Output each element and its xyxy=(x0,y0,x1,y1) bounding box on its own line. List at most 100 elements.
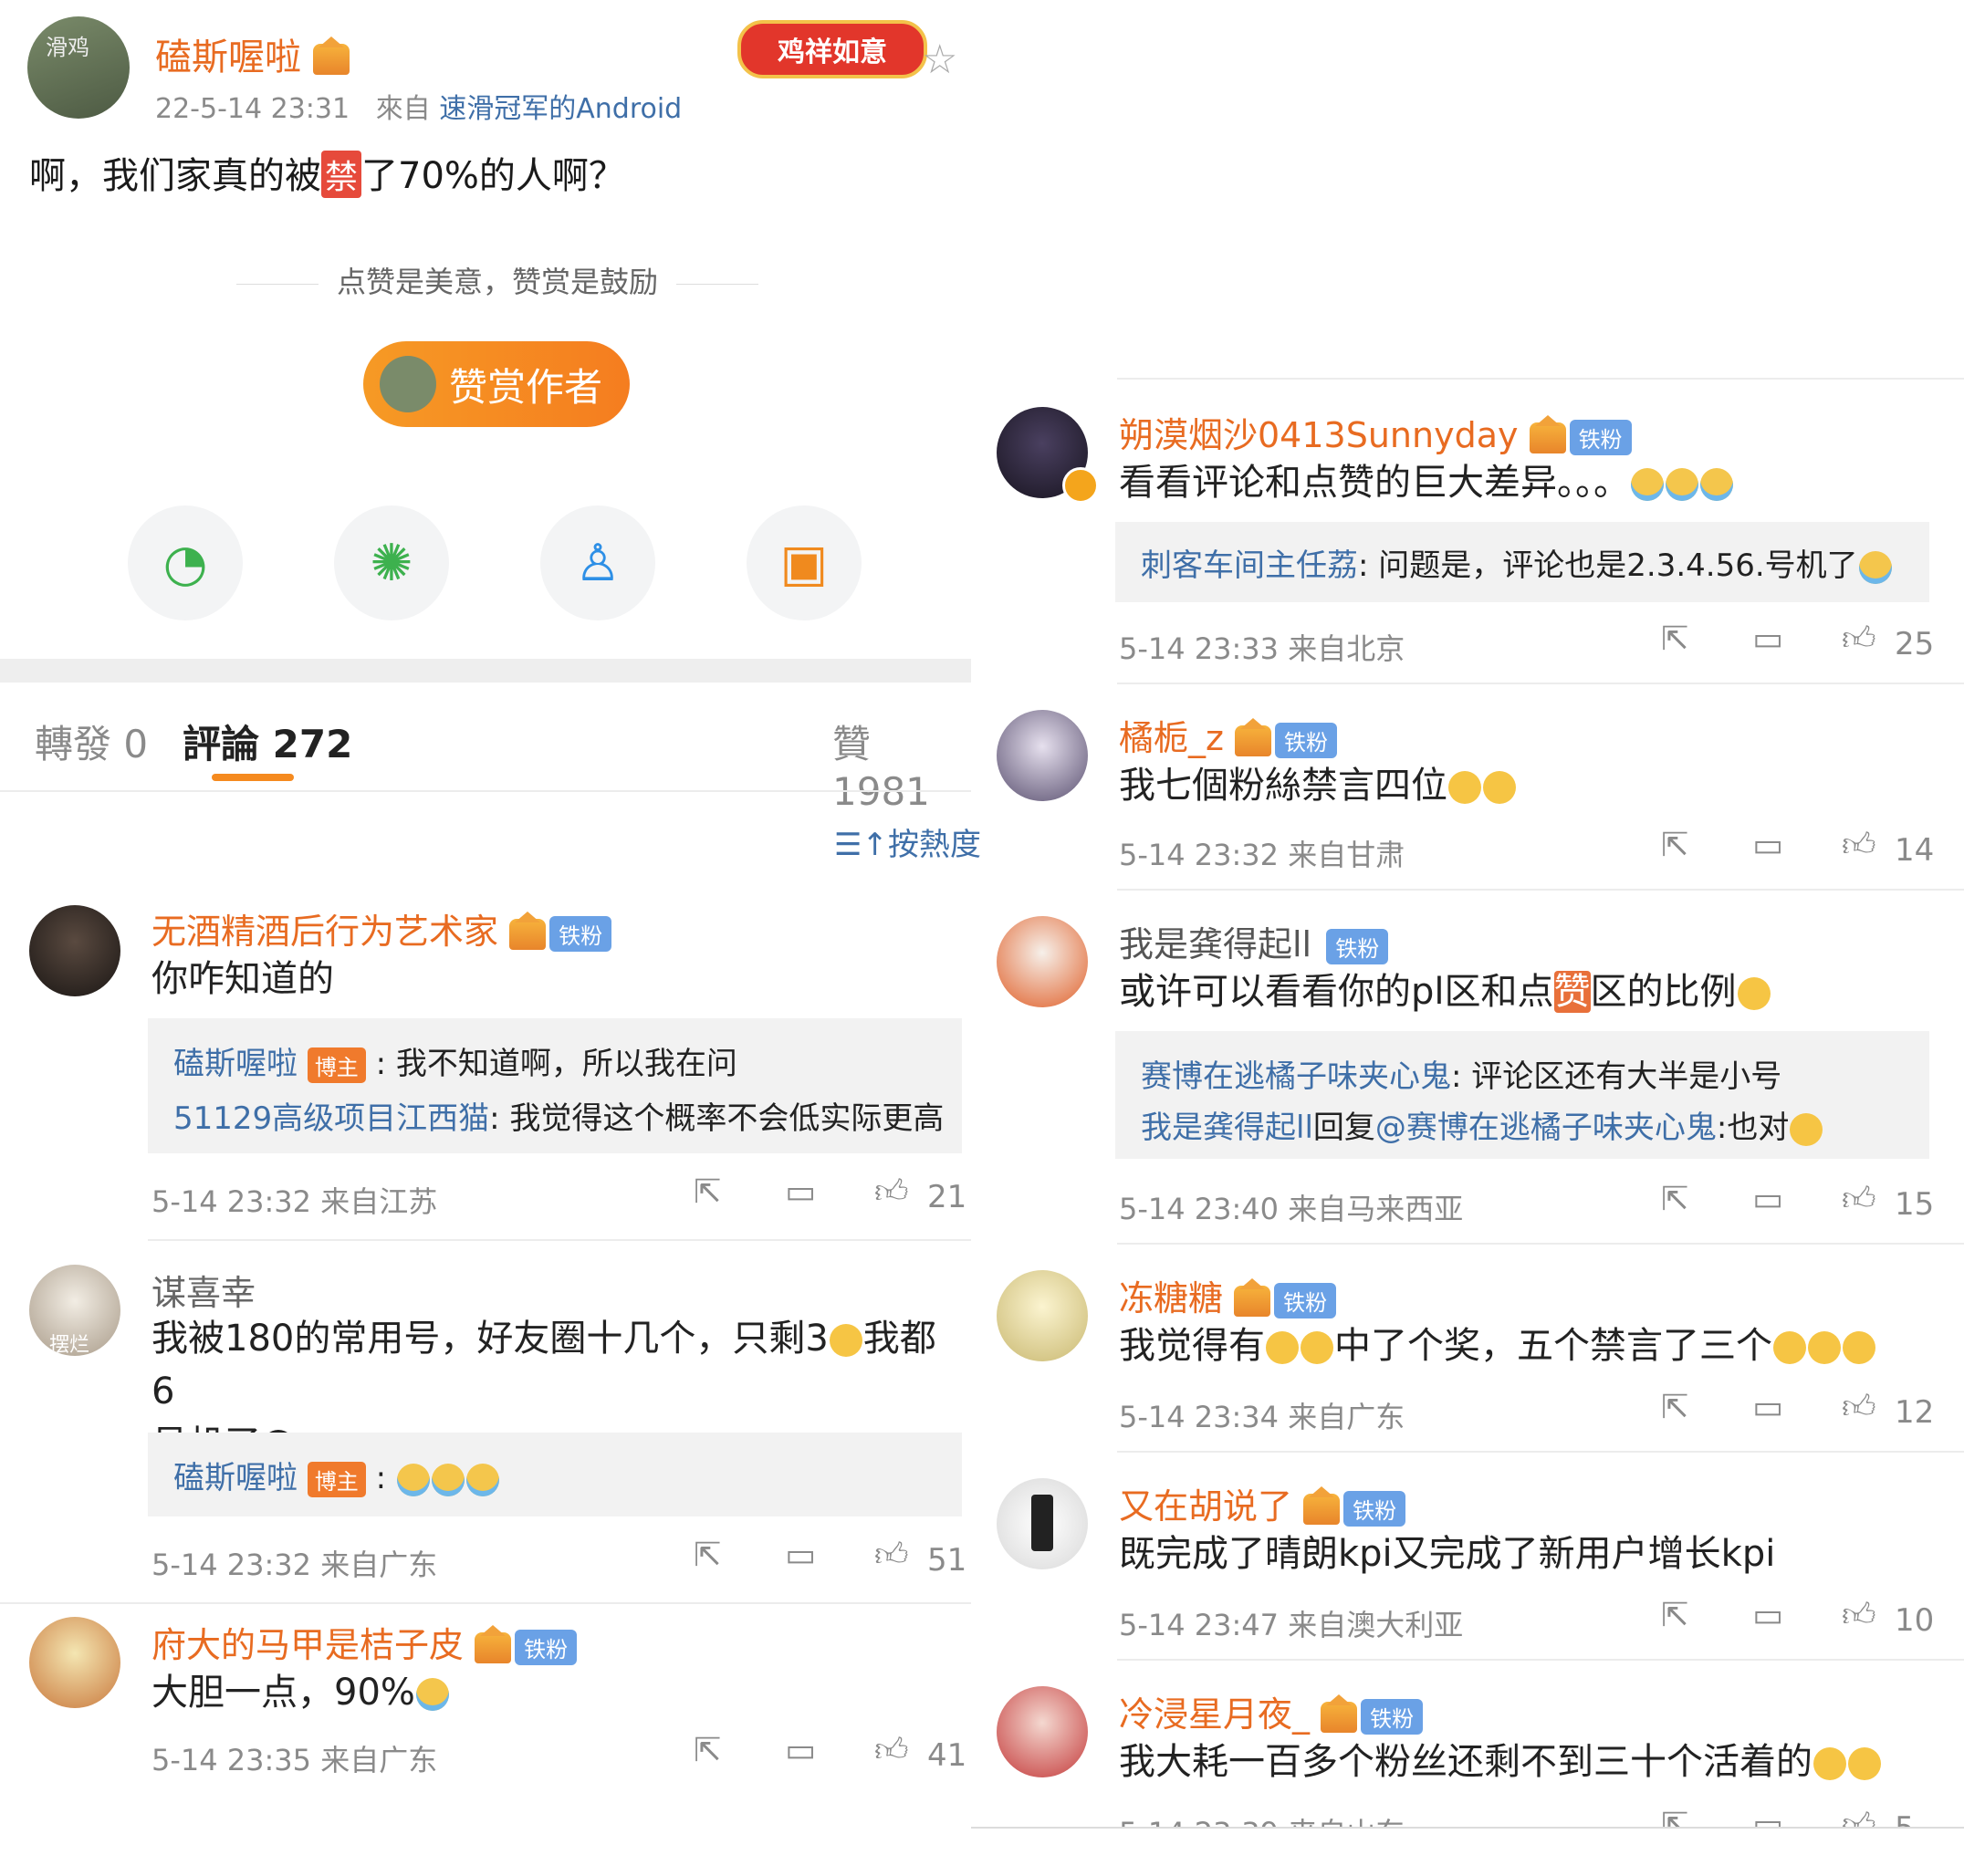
comment-icon[interactable]: ▭ xyxy=(785,1537,816,1574)
commenter-name[interactable]: 我是龚得起ll 铁粉 xyxy=(1119,916,1389,966)
tiefen-badge: 铁粉 xyxy=(1275,723,1338,758)
active-tab-indicator xyxy=(212,774,294,781)
commenter-avatar[interactable] xyxy=(29,905,120,996)
laugh-emoji xyxy=(1483,771,1516,804)
like-icon[interactable]: 👍︎ xyxy=(874,1172,909,1212)
comment-icon[interactable]: ▭ xyxy=(785,1732,816,1769)
tab-repost[interactable]: 轉發 0 xyxy=(35,714,148,769)
commenter-name[interactable]: 冷浸星月夜_ 铁粉 xyxy=(1119,1686,1424,1736)
laugh-emoji xyxy=(829,1324,862,1357)
crown-icon xyxy=(1234,1277,1271,1317)
share-moments-button[interactable]: ✺ xyxy=(334,505,449,620)
share-icon[interactable]: ⇱ xyxy=(1661,1389,1688,1426)
sort-button[interactable]: ☰↑按熱度 xyxy=(834,819,981,864)
like-count: 5 xyxy=(1895,1810,1915,1827)
sweat-emoji xyxy=(1737,977,1771,1010)
comment-meta: 5-14 23:32 来自江苏 xyxy=(151,1184,438,1219)
commenter-avatar[interactable] xyxy=(997,1478,1088,1569)
device-link[interactable]: 速滑冠军的Android xyxy=(439,93,682,125)
like-icon[interactable]: 👍︎ xyxy=(1842,1595,1876,1635)
comment-meta: 5-14 23:40 来自马来西亚 xyxy=(1119,1192,1464,1226)
censored-mark: 禁 xyxy=(321,151,362,198)
like-icon[interactable]: 👍︎ xyxy=(874,1730,909,1770)
commenter-avatar[interactable] xyxy=(997,1270,1088,1361)
like-count: 25 xyxy=(1895,626,1935,662)
reply-line: 磕斯喔啦 博主 : xyxy=(173,1453,500,1497)
doge-emoji xyxy=(396,1463,430,1496)
share-icon[interactable]: ⇱ xyxy=(1661,1181,1688,1218)
crown-icon xyxy=(1235,717,1272,756)
reply-line: 我是龚得起ll回复@赛博在逃橘子味夹心鬼:也对 xyxy=(1141,1102,1823,1147)
share-icon[interactable]: ⇱ xyxy=(694,1173,721,1211)
commenter-name[interactable]: 又在胡说了 铁粉 xyxy=(1119,1478,1406,1528)
laugh-emoji xyxy=(1448,771,1481,804)
post-text: 啊，我们家真的被禁了70%的人啊？ xyxy=(29,146,625,199)
qq-icon: ♙ xyxy=(574,533,622,593)
star-icon[interactable]: ☆ xyxy=(922,36,957,83)
commenter-name[interactable]: 府大的马甲是桔子皮 铁粉 xyxy=(151,1617,578,1667)
comment-divider xyxy=(0,1602,971,1604)
share-icon[interactable]: ⇱ xyxy=(1661,1807,1688,1827)
decoration-banner: 鸡祥如意 xyxy=(737,20,927,78)
comment-icon[interactable]: ▭ xyxy=(1752,1181,1783,1218)
comment-icon[interactable]: ▭ xyxy=(1752,827,1783,864)
like-icon[interactable]: 👍︎ xyxy=(874,1535,909,1575)
comment-icon[interactable]: ▭ xyxy=(1752,1807,1783,1827)
comment-icon[interactable]: ▭ xyxy=(1752,1389,1783,1426)
verified-badge xyxy=(1062,467,1099,504)
reply-line: 51129高级项目江西猫: 我觉得这个概率不会低实际更高 xyxy=(173,1100,945,1137)
commenter-name[interactable]: 朔漠烟沙0413Sunnyday 铁粉 xyxy=(1119,407,1632,457)
commenter-name[interactable]: 冻糖糖 铁粉 xyxy=(1119,1270,1337,1320)
commenter-name[interactable]: 谋喜幸 xyxy=(151,1265,256,1315)
tiefen-badge: 铁粉 xyxy=(1274,1283,1337,1318)
like-count: 21 xyxy=(927,1179,967,1215)
commenter-name[interactable]: 橘栀_z 铁粉 xyxy=(1119,710,1338,760)
reply-line: 磕斯喔啦 博主 : 我不知道啊，所以我在问 xyxy=(173,1046,737,1083)
tab-comments[interactable]: 評論 272 xyxy=(183,714,352,769)
share-icon[interactable]: ⇱ xyxy=(694,1537,721,1574)
comment-icon[interactable]: ▭ xyxy=(1752,620,1783,658)
comment-text: 大胆一点，90% xyxy=(151,1666,450,1719)
censored-mark: 赞 xyxy=(1553,971,1591,1013)
share-icon[interactable]: ⇱ xyxy=(1661,620,1688,658)
save-image-icon: ▣ xyxy=(779,533,829,593)
like-count: 12 xyxy=(1895,1394,1935,1431)
bottom-divider xyxy=(971,1827,1964,1829)
commenter-avatar[interactable] xyxy=(997,710,1088,801)
crown-icon xyxy=(312,36,350,75)
like-icon[interactable]: 👍︎ xyxy=(1842,1807,1876,1827)
smile-emoji xyxy=(1301,1331,1333,1364)
crown-icon xyxy=(1303,1485,1341,1525)
author-name[interactable]: 磕斯喔啦 xyxy=(155,27,350,80)
reply-line: 刺客车间主任荔: 问题是，评论也是2.3.4.56.号机了 xyxy=(1141,540,1893,585)
left-screenshot: 滑鸡 磕斯喔啦 鸡祥如意 ☆ 22-5-14 23:31 來自 速滑冠军的And… xyxy=(0,0,981,1876)
comment-icon[interactable]: ▭ xyxy=(1752,1597,1783,1634)
share-icon[interactable]: ⇱ xyxy=(1661,1597,1688,1634)
like-icon[interactable]: 👍︎ xyxy=(1842,619,1876,659)
share-wechat-button[interactable]: ◔ xyxy=(128,505,243,620)
comment-meta: 5-14 23:32 来自广东 xyxy=(151,1548,438,1582)
commenter-avatar[interactable] xyxy=(29,1617,120,1708)
share-qq-button[interactable]: ♙ xyxy=(540,505,655,620)
reward-button[interactable]: 赞赏作者 xyxy=(363,341,630,427)
tiefen-badge: 铁粉 xyxy=(1361,1699,1424,1735)
share-icon[interactable]: ⇱ xyxy=(694,1732,721,1769)
top-divider xyxy=(1117,378,1964,380)
like-icon[interactable]: 👍︎ xyxy=(1842,825,1876,865)
tab-likes[interactable]: 贊 1981 xyxy=(832,714,971,814)
save-image-button[interactable]: ▣ xyxy=(747,505,862,620)
tiefen-badge: 铁粉 xyxy=(1569,420,1632,455)
right-screenshot: 朔漠烟沙0413Sunnyday 铁粉 看看评论和点赞的巨大差异。。。 刺客车间… xyxy=(971,0,1964,1876)
like-icon[interactable]: 👍︎ xyxy=(1842,1387,1876,1427)
like-icon[interactable]: 👍︎ xyxy=(1842,1179,1876,1219)
commenter-name[interactable]: 无酒精酒后行为艺术家 铁粉 xyxy=(151,903,612,954)
comment-meta: 5-14 23:33 来自北京 xyxy=(1119,631,1405,666)
host-badge: 博主 xyxy=(307,1047,366,1083)
comment-icon[interactable]: ▭ xyxy=(785,1173,816,1211)
commenter-avatar[interactable] xyxy=(997,916,1088,1007)
comment-meta: 5-14 23:47 来自澳大利亚 xyxy=(1119,1608,1464,1642)
commenter-avatar[interactable]: 摆烂 xyxy=(29,1265,120,1356)
commenter-avatar[interactable] xyxy=(997,1686,1088,1777)
share-icon[interactable]: ⇱ xyxy=(1661,827,1688,864)
author-avatar[interactable]: 滑鸡 xyxy=(27,16,130,119)
